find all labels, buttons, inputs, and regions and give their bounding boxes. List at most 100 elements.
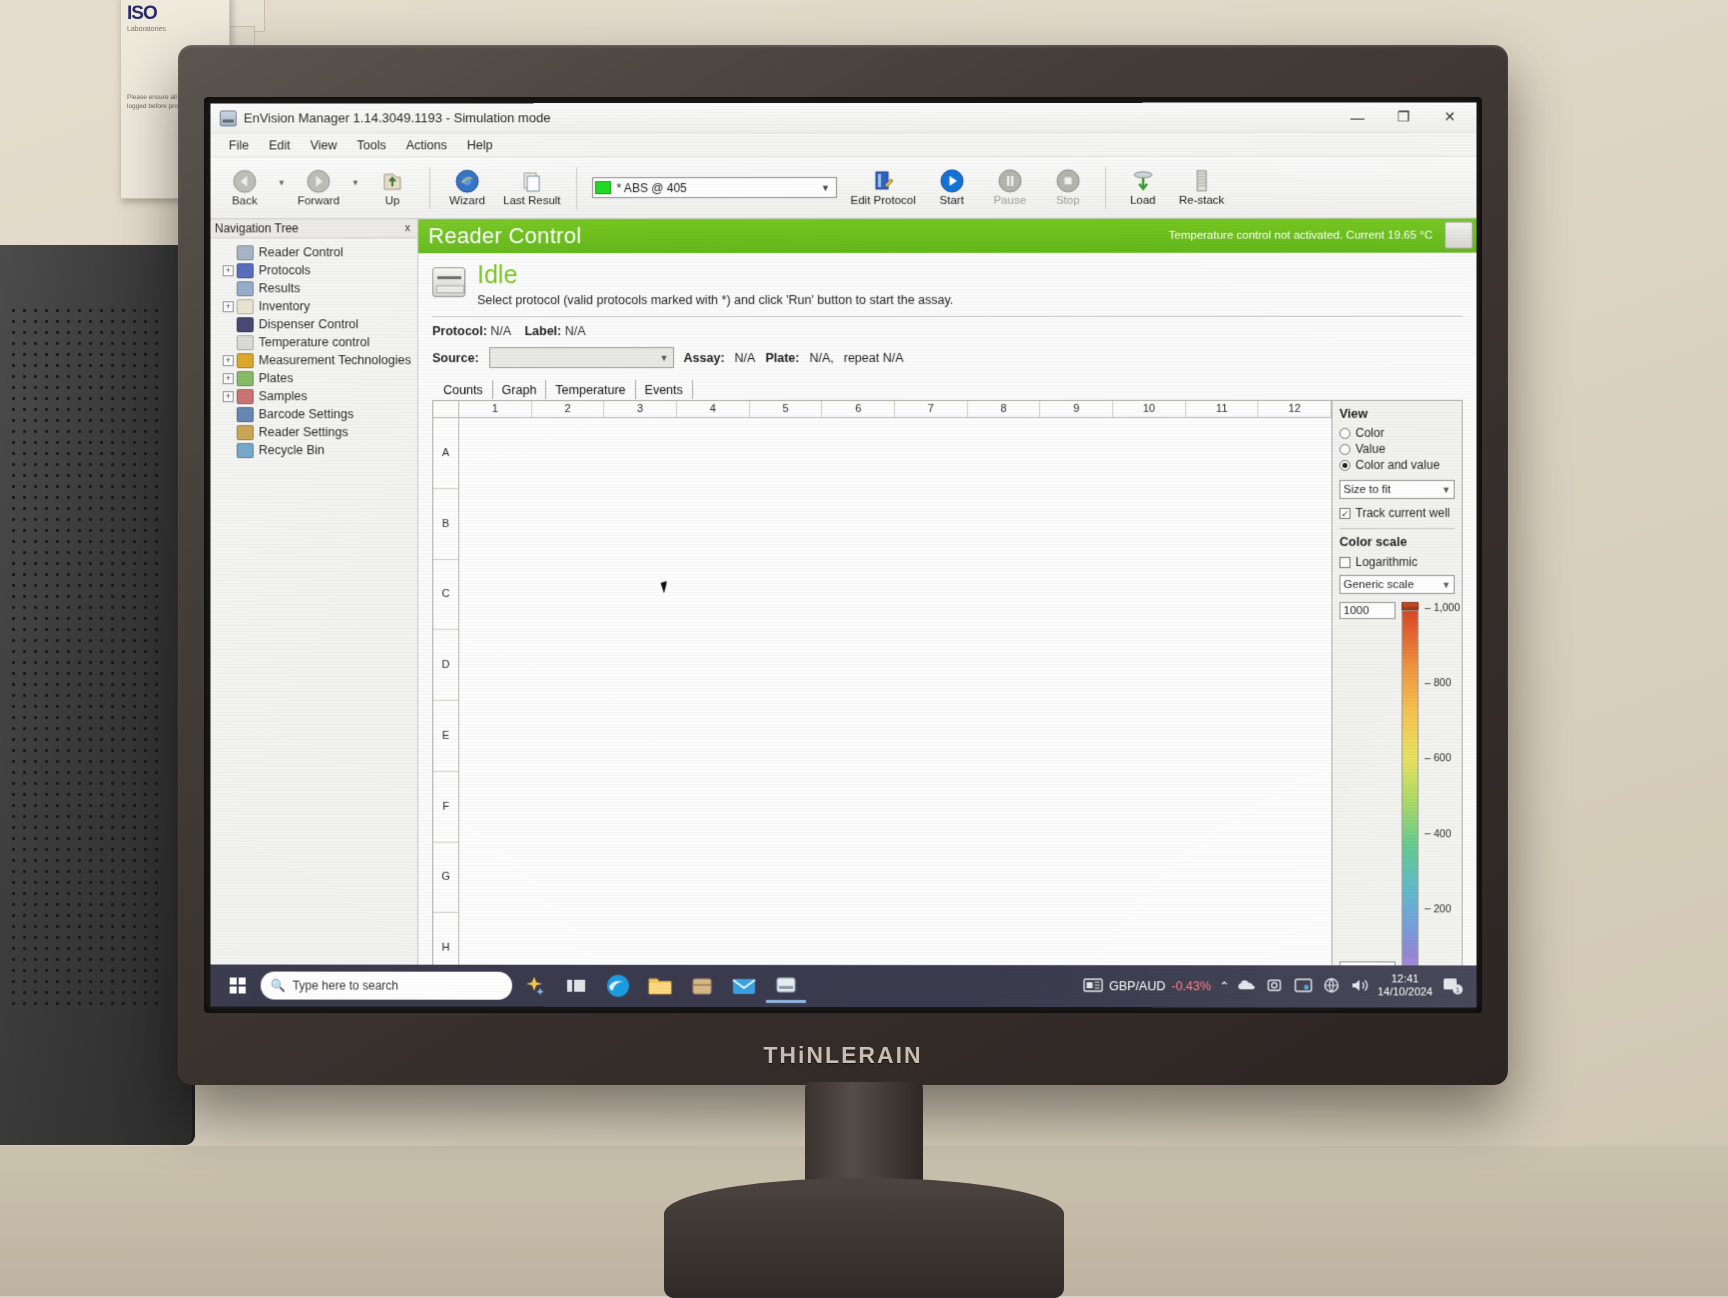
size-mode-select[interactable]: Size to fit ▼ [1339,479,1455,499]
nav-item-label: Dispenser Control [258,317,359,332]
scale-tick: 400 [1424,827,1452,840]
plate-well-grid[interactable] [459,417,1332,985]
nav-item-reader-control[interactable]: Reader Control [213,243,418,261]
view-option-color-and-value[interactable]: Color and value [1339,458,1454,472]
edit-protocol-button[interactable]: Edit Protocol [845,166,922,209]
expand-icon[interactable]: + [222,264,234,276]
nav-item-measurement-technologies[interactable]: + Measurement Technologies [213,351,418,369]
tab-temperature[interactable]: Temperature [546,380,636,400]
view-option-color[interactable]: Color [1339,426,1454,440]
taskbar-search[interactable]: 🔍 Type here to search [260,971,513,1000]
radio-button[interactable] [1339,443,1351,455]
network-icon[interactable] [1321,977,1341,996]
play-icon [940,168,964,194]
load-button[interactable]: Load [1115,166,1171,209]
volume-icon[interactable] [1349,977,1369,996]
radio-button[interactable] [1339,459,1351,471]
nav-item-samples[interactable]: + Samples [213,387,418,405]
tray-expand-icon[interactable]: ⌃ [1219,979,1229,993]
onedrive-icon[interactable] [1237,977,1257,996]
protocol-field-value: N/A [490,324,511,339]
track-current-well-checkbox[interactable]: ✓ [1339,507,1351,519]
expand-icon[interactable]: + [222,354,234,366]
maximize-button[interactable]: ❐ [1381,103,1427,132]
nav-item-temperature-control[interactable]: Temperature control [213,333,418,351]
expand-icon[interactable]: + [222,372,234,384]
edge-browser-icon[interactable] [598,969,638,1003]
task-view-icon[interactable] [556,969,596,1003]
menu-item-file[interactable]: File [219,136,259,154]
stock-icon [1082,977,1103,996]
menu-item-actions[interactable]: Actions [396,136,457,154]
mail-icon[interactable] [724,969,764,1003]
window-title: EnVision Manager 1.14.3049.1193 - Simula… [243,110,551,126]
camera-icon[interactable] [1265,977,1285,996]
source-select[interactable]: ▼ [488,347,674,369]
plate-map[interactable]: 1 2 3 4 5 6 7 8 9 10 11 12 ABCDEFGH [432,399,1333,986]
plate-column-header: 1 [459,401,532,418]
scale-max-input[interactable]: 1000 [1339,602,1396,620]
nav-item-results[interactable]: Results [213,279,418,297]
navigation-tree-panel: Navigation Tree x Reader Control + Protoco… [210,219,419,985]
scale-type-select[interactable]: Generic scale ▼ [1339,575,1455,595]
menu-item-tools[interactable]: Tools [347,136,396,154]
chevron-down-icon[interactable]: ▼ [1439,484,1454,494]
source-row: Source: ▼ Assay: N/A Plate: N/A, repeat … [432,347,1462,369]
radio-button[interactable] [1339,427,1351,439]
expand-icon[interactable]: + [222,390,234,402]
up-button[interactable]: Up [364,166,420,209]
tick-label: 400 [1433,827,1452,840]
store-icon[interactable] [682,969,722,1003]
close-button[interactable]: ✕ [1427,102,1473,131]
menu-item-view[interactable]: View [300,136,347,154]
nav-item-icon [236,388,254,404]
menu-item-help[interactable]: Help [457,136,503,154]
nav-item-plates[interactable]: + Plates [213,369,418,387]
last-result-button[interactable]: Last Result [497,166,566,209]
file-explorer-icon[interactable] [640,969,680,1003]
navigation-tree: Reader Control + Protocols Results + Inventor… [211,238,418,459]
forward-dropdown[interactable]: ▼ [348,175,362,201]
tab-events[interactable]: Events [635,380,693,400]
nav-item-barcode-settings[interactable]: Barcode Settings [213,405,418,423]
menu-item-edit[interactable]: Edit [259,136,300,154]
logarithmic-checkbox[interactable] [1339,556,1351,568]
start-menu-button[interactable] [217,977,259,994]
tab-graph[interactable]: Graph [492,380,547,400]
back-button[interactable]: Back [217,166,273,209]
chevron-down-icon[interactable]: ▼ [818,183,834,193]
start-button[interactable]: Start [924,166,980,209]
nav-item-inventory[interactable]: + Inventory [213,297,418,315]
track-current-well-row[interactable]: ✓ Track current well [1339,506,1454,520]
protocol-select[interactable]: * ABS @ 405 ▼ [591,177,837,199]
plate-column-header: 4 [677,401,750,418]
display-settings-icon[interactable] [1293,977,1313,996]
gradient-max-handle[interactable] [1401,602,1419,611]
chevron-down-icon[interactable]: ▼ [656,353,673,363]
back-dropdown[interactable]: ▼ [275,175,289,201]
close-icon[interactable]: x [402,222,413,234]
logarithmic-row[interactable]: Logarithmic [1339,555,1454,569]
restack-button[interactable]: Re-stack [1173,166,1230,209]
tab-counts[interactable]: Counts [434,380,493,400]
color-gradient-bar[interactable] [1401,602,1419,979]
nav-item-recycle-bin[interactable]: Recycle Bin [213,441,418,459]
stock-widget[interactable]: GBP/AUD -0.43% [1082,977,1211,996]
minimize-button[interactable]: — [1334,103,1380,132]
notifications-icon[interactable]: 1 [1441,975,1465,998]
wizard-button[interactable]: Wizard [439,166,495,209]
view-option-value[interactable]: Value [1339,442,1454,456]
protocol-combo-wrap: * ABS @ 405 ▼ [591,177,837,199]
chevron-down-icon[interactable]: ▼ [1439,580,1454,590]
copilot-icon[interactable] [514,969,554,1003]
nav-item-dispenser-control[interactable]: Dispenser Control [213,315,418,333]
taskbar-clock[interactable]: 12:41 14/10/2024 [1377,973,1432,999]
forward-button[interactable]: Forward [291,166,347,209]
nav-item-label: Protocols [258,263,311,278]
nav-item-label: Reader Settings [258,425,349,440]
nav-item-protocols[interactable]: + Protocols [213,261,418,279]
plate-field-value: N/A, [809,350,834,365]
nav-item-reader-settings[interactable]: Reader Settings [213,423,418,441]
expand-icon[interactable]: + [222,300,234,312]
envision-app-icon[interactable] [766,968,807,1003]
